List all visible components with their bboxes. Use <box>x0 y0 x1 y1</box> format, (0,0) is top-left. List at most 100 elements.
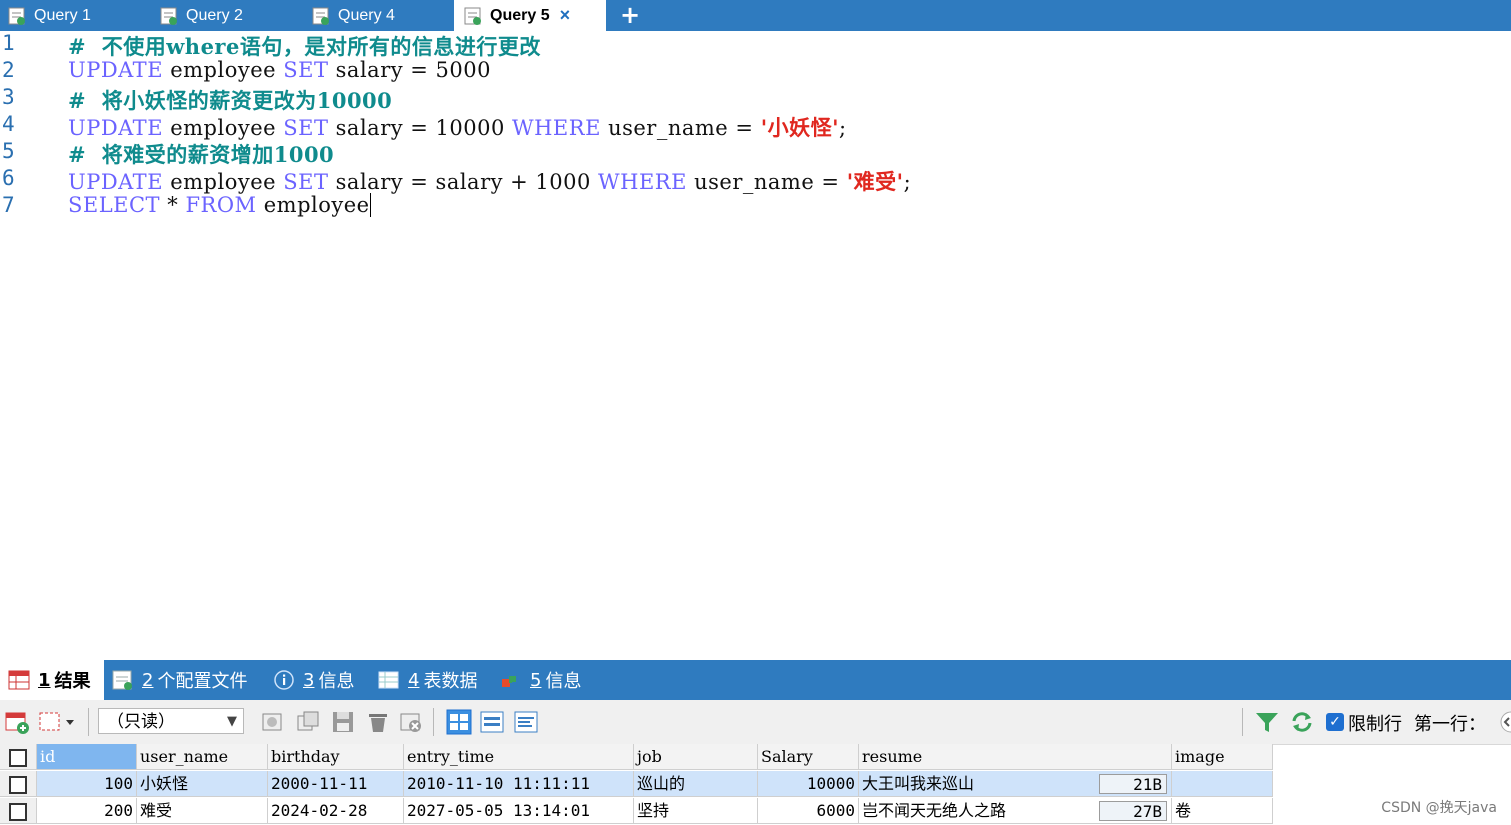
tab-table-data[interactable]: 4 表数据 <box>378 660 493 700</box>
readonly-select[interactable]: （只读） ▼ <box>98 708 244 734</box>
tab-label: Query 4 <box>338 6 395 24</box>
tab-profile[interactable]: 2 个配置文件 <box>112 660 262 700</box>
sql-string: '小妖怪' <box>760 115 840 140</box>
add-row-icon[interactable] <box>4 709 30 735</box>
line-number: 5 <box>2 139 15 163</box>
sql-comment: # 不使用where语句，是对所有的信息进行更改 <box>68 34 541 59</box>
tab-label: Query 5 <box>490 6 550 24</box>
table-icon <box>378 669 400 691</box>
sql-text: employee <box>256 193 370 217</box>
code-text: SELECT * FROM employee <box>68 193 372 217</box>
info-blocks-icon <box>500 669 522 691</box>
blob-size-button[interactable]: 21B <box>1099 774 1167 794</box>
discard-changes-icon[interactable] <box>398 709 424 735</box>
cell-entry-time[interactable]: 2027-05-05 13:14:01 <box>404 798 634 824</box>
grid-view-icon[interactable] <box>446 709 472 735</box>
cell-resume[interactable]: 大王叫我来巡山 21B <box>859 771 1172 797</box>
form-view-icon[interactable] <box>479 709 505 735</box>
delete-icon[interactable] <box>365 709 391 735</box>
sql-keyword: UPDATE <box>68 58 164 82</box>
chevron-down-icon: ▼ <box>227 714 237 729</box>
column-header-user-name[interactable]: user_name <box>137 744 268 770</box>
column-header-id[interactable]: id <box>37 744 137 770</box>
column-header-birthday[interactable]: birthday <box>268 744 404 770</box>
toolbar-divider <box>433 708 434 736</box>
cell-salary[interactable]: 6000 <box>758 798 859 824</box>
select-value: （只读） <box>107 712 175 732</box>
cell-id[interactable]: 100 <box>37 771 137 797</box>
column-header-salary[interactable]: Salary <box>758 744 859 770</box>
code-line: 4 UPDATE employee SET salary = 10000 WHE… <box>0 112 1511 140</box>
cell-job[interactable]: 巡山的 <box>634 771 758 797</box>
add-tab-button[interactable]: + <box>620 1 640 29</box>
sql-text: employee <box>163 170 284 194</box>
blob-size-button[interactable]: 27B <box>1099 801 1167 821</box>
checkbox[interactable] <box>9 749 27 767</box>
query-icon <box>8 7 26 25</box>
row-select-cell[interactable] <box>0 798 37 824</box>
line-number: 7 <box>2 193 15 217</box>
scroll-left-icon[interactable] <box>1498 709 1511 735</box>
tab-label: 信息 <box>545 671 582 692</box>
code-line: 6 UPDATE employee SET salary = salary + … <box>0 166 1511 194</box>
line-number: 3 <box>2 85 15 109</box>
select-all-cell[interactable] <box>0 744 37 770</box>
cell-user-name[interactable]: 小妖怪 <box>137 771 268 797</box>
cell-job[interactable]: 坚持 <box>634 798 758 824</box>
sql-keyword: WHERE <box>598 170 687 194</box>
text-view-icon[interactable] <box>513 709 539 735</box>
code-line: 2 UPDATE employee SET salary = 5000 <box>0 58 1511 85</box>
copy-row-icon[interactable] <box>295 709 321 735</box>
tab-number: 3 <box>303 669 315 691</box>
refresh-icon[interactable] <box>1289 709 1315 735</box>
insert-row-icon[interactable] <box>260 709 286 735</box>
limit-rows-checkbox[interactable]: ✓ <box>1326 713 1344 731</box>
row-select-cell[interactable] <box>0 771 37 797</box>
column-header-job[interactable]: job <box>634 744 758 770</box>
cell-image[interactable]: 卷 <box>1172 798 1273 824</box>
checkbox[interactable] <box>9 776 27 794</box>
tab-result[interactable]: 1 结果 <box>0 660 104 700</box>
code-text: # 将难受的薪资增加1000 <box>68 139 334 169</box>
sql-text: salary = 10000 <box>328 116 513 140</box>
filter-icon[interactable] <box>1254 709 1280 735</box>
code-text: UPDATE employee SET salary = 5000 <box>68 58 491 82</box>
column-header-image[interactable]: image <box>1172 744 1273 770</box>
cell-entry-time[interactable]: 2010-11-10 11:11:11 <box>404 771 634 797</box>
sql-text: ; <box>903 170 912 194</box>
checkbox[interactable] <box>9 803 27 821</box>
cell-image[interactable] <box>1172 771 1273 797</box>
tab-query-2[interactable]: Query 2 <box>160 0 300 31</box>
cell-resume[interactable]: 岂不闻天无绝人之路 27B <box>859 798 1172 824</box>
cell-birthday[interactable]: 2000-11-11 <box>268 771 404 797</box>
sql-text: salary = 5000 <box>328 58 491 82</box>
cell-id[interactable]: 200 <box>37 798 137 824</box>
tab-query-5[interactable]: Query 5 × <box>454 0 606 31</box>
column-header-entry-time[interactable]: entry_time <box>404 744 634 770</box>
line-number: 2 <box>2 58 15 82</box>
profile-icon <box>112 669 134 691</box>
close-tab-icon[interactable]: × <box>560 5 571 26</box>
tab-info[interactable]: 3 信息 <box>273 660 373 700</box>
sql-keyword: UPDATE <box>68 116 164 140</box>
sql-editor[interactable]: 1 # 不使用where语句，是对所有的信息进行更改 2 UPDATE empl… <box>0 31 1511 660</box>
tab-query-1[interactable]: Query 1 <box>8 0 148 31</box>
sql-text: user_name = <box>686 170 847 194</box>
sql-text: salary = salary + 1000 <box>328 170 599 194</box>
cell-salary[interactable]: 10000 <box>758 771 859 797</box>
sql-comment: # 将小妖怪的薪资更改为10000 <box>68 88 393 113</box>
sql-text: employee <box>163 116 284 140</box>
line-number: 6 <box>2 166 15 190</box>
tab-query-4[interactable]: Query 4 <box>312 0 452 31</box>
cell-user-name[interactable]: 难受 <box>137 798 268 824</box>
toolbar-divider <box>88 708 89 736</box>
sql-keyword: FROM <box>185 193 257 217</box>
tab-label: 表数据 <box>423 671 478 692</box>
save-icon[interactable] <box>330 709 356 735</box>
tab-label: Query 2 <box>186 6 243 24</box>
column-header-resume[interactable]: resume <box>859 744 1172 770</box>
cell-birthday[interactable]: 2024-02-28 <box>268 798 404 824</box>
export-dropdown-icon[interactable] <box>38 709 78 735</box>
tab-info-2[interactable]: 5 信息 <box>500 660 600 700</box>
sql-string: '难受' <box>846 169 904 194</box>
